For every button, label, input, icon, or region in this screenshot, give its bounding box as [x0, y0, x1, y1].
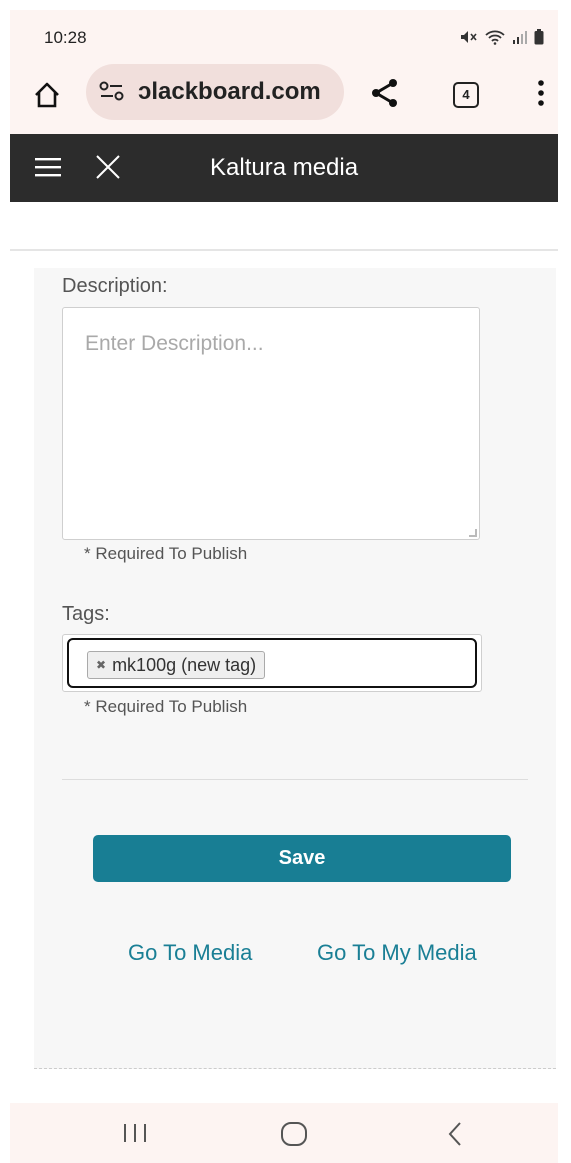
tags-input[interactable]: ✖ mk100g (new tag) — [67, 638, 477, 688]
status-time: 10:28 — [44, 28, 87, 47]
battery-icon — [534, 29, 544, 50]
description-required-note: * Required To Publish — [84, 544, 248, 563]
status-bar: 10:28 — [10, 10, 558, 62]
system-nav-bar — [10, 1103, 558, 1163]
remove-tag-icon[interactable]: ✖ — [88, 658, 112, 672]
back-icon[interactable] — [446, 1121, 464, 1152]
save-button[interactable]: Save — [93, 835, 511, 882]
url-text: ɔlackboard.com — [138, 78, 321, 105]
tags-field[interactable]: ✖ mk100g (new tag) — [62, 634, 482, 692]
home-circle-icon[interactable] — [280, 1121, 308, 1152]
description-label: Description: — [62, 275, 168, 297]
url-bar[interactable]: ɔlackboard.com — [86, 64, 344, 120]
go-to-my-media-link[interactable]: Go To My Media — [317, 940, 477, 966]
recent-apps-icon[interactable] — [122, 1121, 148, 1150]
divider — [10, 249, 558, 251]
signal-icon — [512, 30, 528, 49]
description-placeholder: Enter Description... — [85, 332, 264, 355]
app-header: Kaltura media — [10, 134, 558, 202]
wifi-icon — [484, 29, 506, 50]
go-to-media-link[interactable]: Go To Media — [128, 940, 252, 966]
page-title: Kaltura media — [210, 154, 359, 181]
mute-icon — [460, 30, 478, 49]
close-icon[interactable] — [95, 154, 121, 180]
status-icons — [460, 29, 544, 50]
more-vert-icon[interactable] — [536, 78, 546, 108]
resize-handle[interactable] — [469, 529, 477, 537]
browser-toolbar: ɔlackboard.com 4 — [10, 62, 558, 134]
tag-chip-label: mk100g (new tag) — [112, 654, 257, 675]
site-settings-icon[interactable] — [98, 81, 126, 103]
description-textarea[interactable]: Enter Description... — [62, 307, 480, 540]
tags-label: Tags: — [62, 603, 110, 625]
tag-chip: ✖ mk100g (new tag) — [87, 651, 266, 679]
share-icon[interactable] — [368, 76, 402, 110]
hamburger-icon[interactable] — [35, 156, 61, 178]
tabs-icon[interactable]: 4 — [453, 82, 479, 108]
tags-required-note: * Required To Publish — [84, 697, 248, 716]
separator — [62, 779, 528, 780]
home-icon[interactable] — [32, 80, 62, 110]
